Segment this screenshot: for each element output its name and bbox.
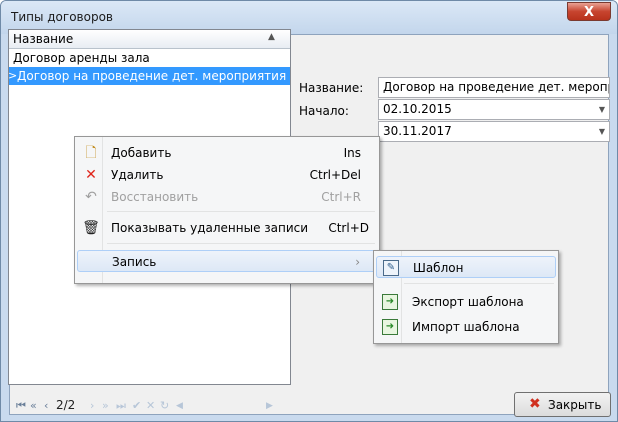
close-red-icon: ✖ — [529, 396, 541, 412]
first-record-icon[interactable]: ⏮ — [16, 399, 26, 413]
table-row[interactable]: Договор аренды зала — [9, 49, 290, 67]
template-edit-icon: ✎ — [383, 260, 399, 276]
start-date-picker[interactable]: 02.10.2015 ▼ — [378, 99, 610, 120]
menu-separator — [107, 243, 375, 244]
row-indicator-icon: > — [9, 69, 18, 82]
name-field[interactable]: Договор на проведение дет. мероприя — [378, 77, 610, 98]
menu-item-shortcut: Ctrl+R — [321, 190, 361, 204]
record-submenu: ✎ Шаблон ➜ Экспорт шаблона ➜ Импорт шабл… — [373, 250, 559, 344]
scroll-right-icon[interactable]: ▶ — [266, 401, 273, 411]
menu-item-show-deleted[interactable]: 🗑 Показывать удаленные записи Ctrl+D — [77, 217, 377, 239]
prev-record-icon[interactable]: ‹ — [44, 399, 48, 412]
menu-item-shortcut: Ctrl+Del — [309, 168, 361, 182]
menu-item-label: Показывать удаленные записи — [111, 221, 309, 235]
column-header-name[interactable]: Название ▲ — [9, 30, 290, 49]
export-template-icon: ➜ — [382, 294, 398, 310]
menu-item-restore[interactable]: ↶ Восстановить Ctrl+R — [77, 186, 377, 208]
window-title: Типы договоров — [11, 10, 113, 24]
menu-item-shortcut: Ctrl+D — [328, 221, 369, 235]
row-name-cell: Договор на проведение дет. мероприятия — [17, 69, 287, 83]
submenu-item-label: Экспорт шаблона — [412, 295, 524, 309]
menu-item-label: Запись — [112, 255, 157, 269]
submenu-separator — [404, 283, 554, 284]
chevron-down-icon[interactable]: ▼ — [599, 100, 605, 119]
prev-page-icon[interactable]: « — [30, 399, 37, 412]
menu-item-record[interactable]: Запись › — [77, 250, 377, 272]
start-label: Начало: — [299, 104, 349, 118]
page-indicator: 2/2 — [56, 398, 76, 412]
cancel-icon[interactable]: ✕ — [146, 399, 155, 412]
row-name-cell: Договор аренды зала — [13, 51, 150, 65]
end-date-value: 30.11.2017 — [383, 124, 452, 138]
menu-item-delete[interactable]: ✕ Удалить Ctrl+Del — [77, 164, 377, 186]
import-template-icon: ➜ — [382, 319, 398, 335]
scroll-left-icon[interactable]: ◀ — [176, 401, 183, 411]
menu-item-add[interactable]: 🗋 Добавить Ins — [77, 142, 377, 164]
window-close-button[interactable]: X — [567, 2, 611, 21]
submenu-item-template[interactable]: ✎ Шаблон — [376, 256, 556, 278]
end-date-picker[interactable]: 30.11.2017 ▼ — [378, 121, 610, 142]
add-icon: 🗋 — [85, 145, 97, 161]
sort-ascending-icon: ▲ — [268, 32, 275, 42]
submenu-item-export[interactable]: ➜ Экспорт шаблона — [376, 291, 556, 313]
record-navigator: ⏮ « ‹ 2/2 › » ⏭ ✔ ✕ ↻ ◀ ▶ — [16, 396, 286, 416]
next-page-icon[interactable]: » — [102, 399, 109, 412]
submenu-item-import[interactable]: ➜ Импорт шаблона — [376, 316, 556, 338]
menu-separator — [107, 211, 375, 212]
restore-icon: ↶ — [85, 189, 97, 205]
close-button-label: Закрыть — [548, 398, 602, 412]
chevron-down-icon[interactable]: ▼ — [599, 122, 605, 141]
next-record-icon[interactable]: › — [90, 399, 94, 412]
name-label: Название: — [299, 81, 364, 95]
menu-item-label: Удалить — [111, 168, 164, 182]
last-record-icon[interactable]: ⏭ — [116, 399, 126, 413]
post-icon[interactable]: ✔ — [132, 399, 141, 412]
submenu-item-label: Импорт шаблона — [412, 320, 520, 334]
delete-icon: ✕ — [85, 167, 97, 183]
column-header-label: Название — [13, 32, 74, 46]
table-row-selected[interactable]: > Договор на проведение дет. мероприятия — [9, 67, 290, 85]
start-date-value: 02.10.2015 — [383, 102, 452, 116]
refresh-icon[interactable]: ↻ — [160, 399, 169, 412]
menu-item-shortcut: Ins — [343, 146, 361, 160]
context-menu: 🗋 Добавить Ins ✕ Удалить Ctrl+Del ↶ Восс… — [74, 136, 380, 284]
submenu-item-label: Шаблон — [413, 261, 464, 275]
submenu-arrow-icon: › — [355, 255, 360, 269]
name-field-value: Договор на проведение дет. мероприя — [383, 80, 610, 94]
trash-icon: 🗑 — [82, 220, 100, 236]
close-button[interactable]: ✖ Закрыть — [514, 392, 611, 417]
menu-item-label: Восстановить — [111, 190, 199, 204]
menu-item-label: Добавить — [111, 146, 172, 160]
